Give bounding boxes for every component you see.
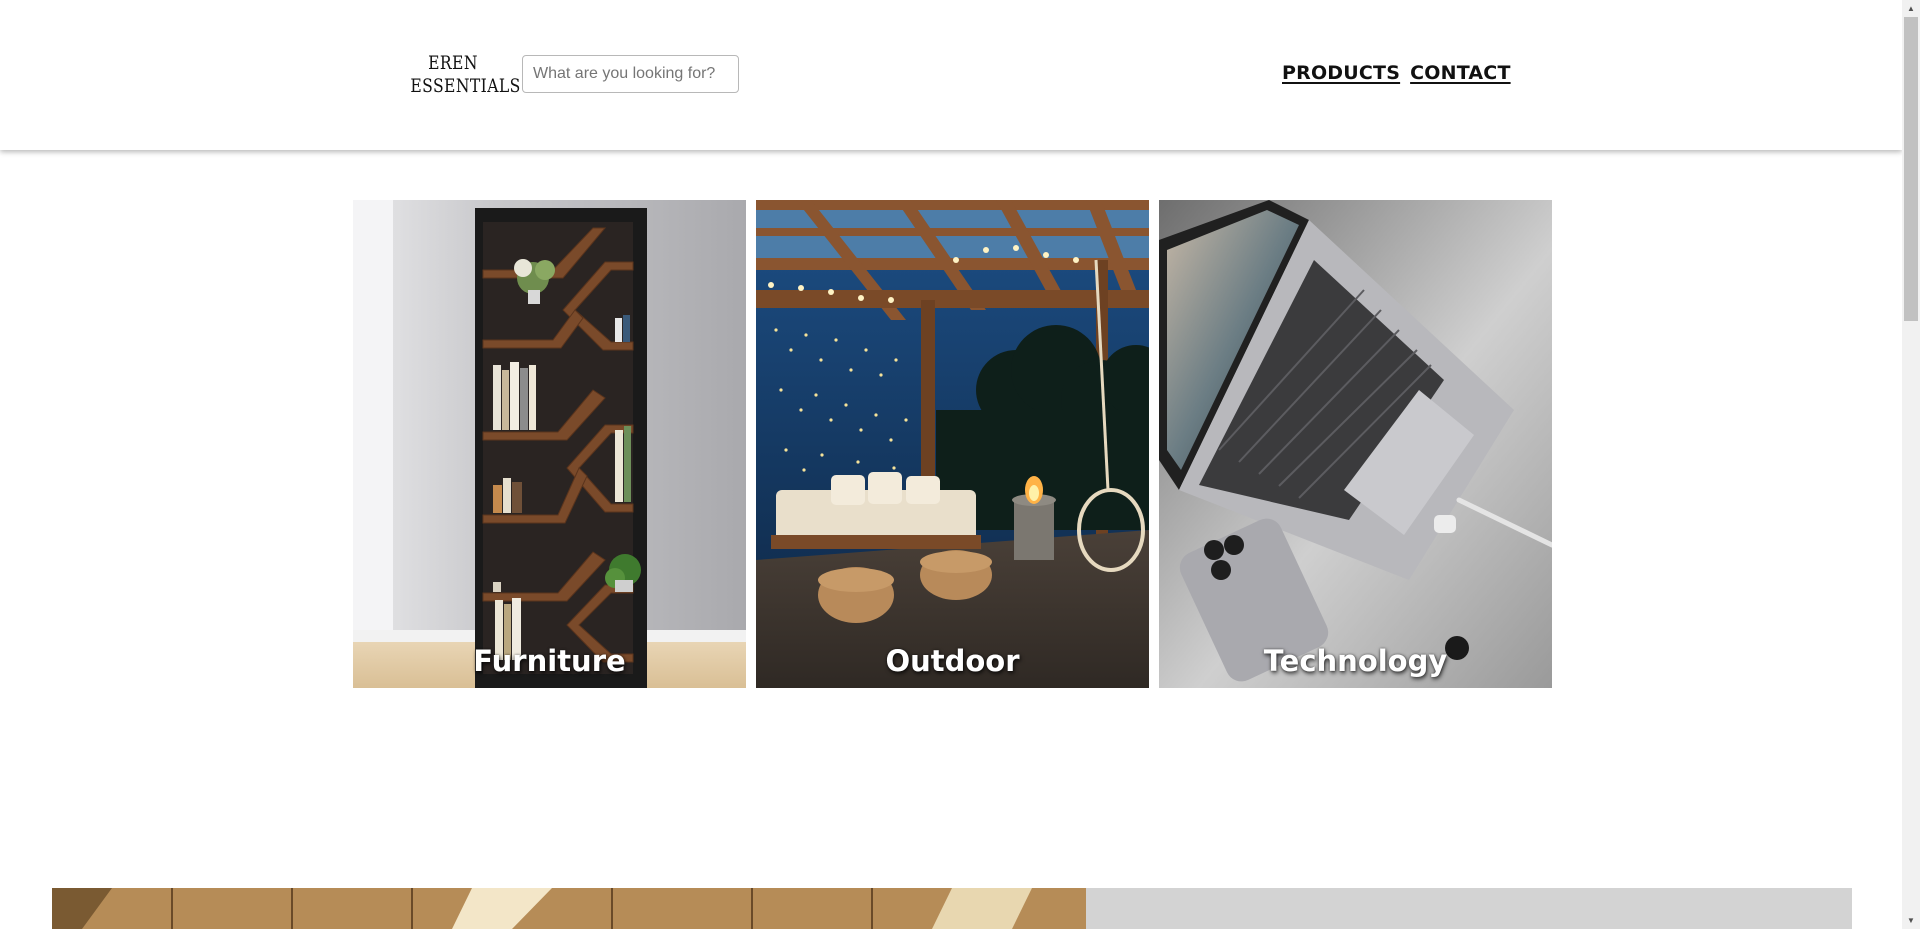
bookshelf-photo	[353, 200, 746, 688]
logo-line-2: ESSENTIALS	[410, 75, 521, 97]
scroll-thumb[interactable]	[1904, 17, 1918, 321]
category-card-outdoor[interactable]: Outdoor	[756, 200, 1149, 688]
scroll-up-arrow-icon[interactable]: ▲	[1902, 0, 1920, 17]
warehouse-ceiling-photo	[52, 888, 1086, 929]
site-header: EREN ESSENTIALS PRODUCTS CONTACT	[0, 0, 1902, 150]
promo-banner	[52, 888, 1852, 929]
main-nav: PRODUCTS CONTACT	[1282, 62, 1511, 84]
warehouse-ceiling-image	[52, 888, 1086, 929]
laptop-phone-photo	[1159, 200, 1552, 688]
nav-products-link[interactable]: PRODUCTS	[1282, 62, 1400, 84]
banner-text-panel	[1086, 888, 1852, 929]
search-input[interactable]	[522, 55, 739, 93]
category-card-technology[interactable]: Technology	[1159, 200, 1552, 688]
nav-contact-link[interactable]: CONTACT	[1410, 62, 1511, 84]
category-label: Furniture	[473, 644, 626, 678]
page-scrollbar[interactable]: ▲ ▼	[1902, 0, 1920, 929]
patio-pergola-photo	[756, 200, 1149, 688]
category-card-furniture[interactable]: Furniture	[353, 200, 746, 688]
logo-line-1: EREN	[428, 52, 478, 74]
category-grid: Furniture Outdoor Technology	[353, 200, 1552, 688]
category-label: Technology	[1263, 644, 1448, 678]
page: EREN ESSENTIALS PRODUCTS CONTACT	[0, 0, 1920, 929]
site-logo[interactable]: EREN ESSENTIALS	[410, 52, 521, 98]
scroll-down-arrow-icon[interactable]: ▼	[1902, 912, 1920, 929]
category-label: Outdoor	[885, 644, 1020, 678]
